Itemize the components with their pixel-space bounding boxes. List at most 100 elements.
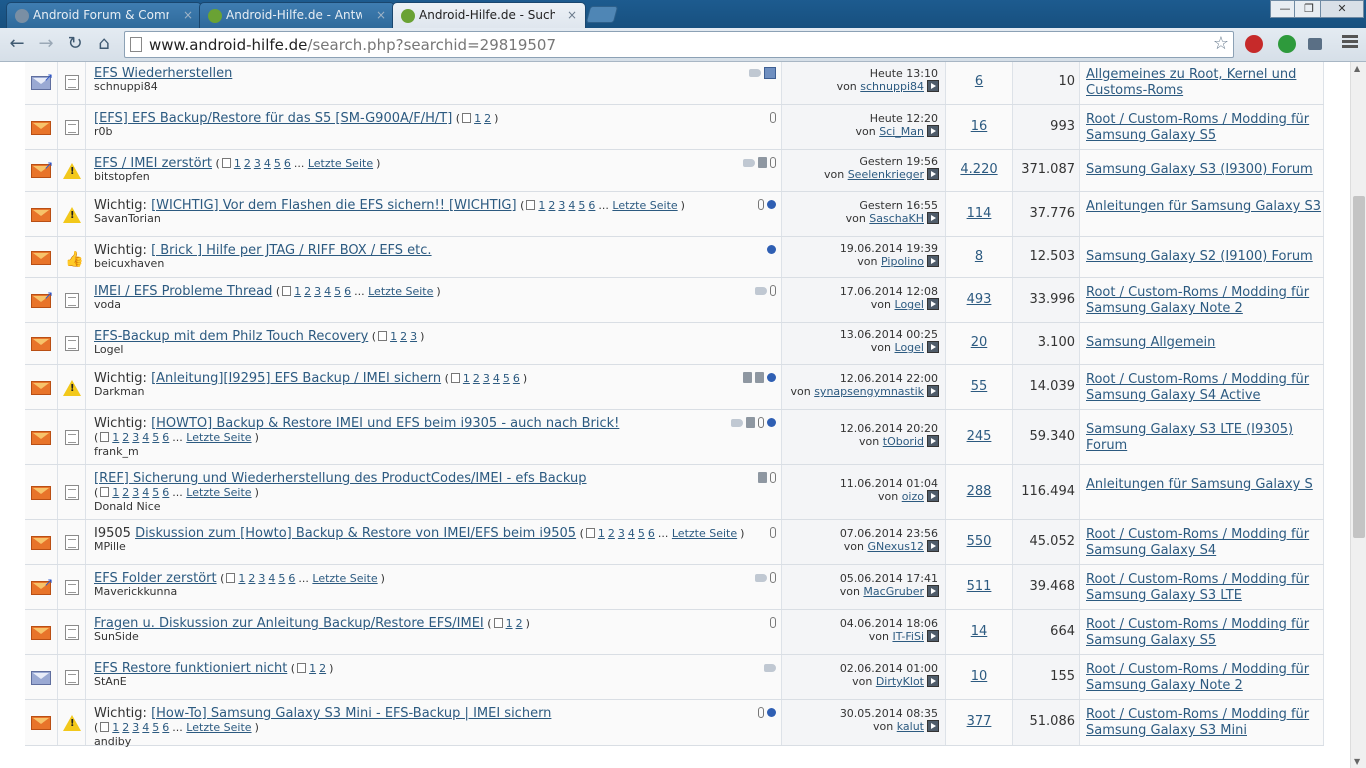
go-to-last-post-icon[interactable] bbox=[927, 80, 939, 92]
last-poster-link[interactable]: SaschaKH bbox=[869, 212, 924, 225]
thread-title-link[interactable]: [REF] Sicherung und Wiederherstellung de… bbox=[94, 471, 587, 486]
page-link[interactable]: 3 bbox=[132, 431, 139, 444]
go-to-last-post-icon[interactable] bbox=[927, 490, 939, 502]
thread-title-link[interactable]: [Anleitung][I9295] EFS Backup / IMEI sic… bbox=[151, 371, 441, 386]
page-link[interactable]: 4 bbox=[142, 486, 149, 499]
page-link[interactable]: 3 bbox=[314, 285, 321, 298]
browser-tab-active[interactable]: Android-Hilfe.de - Sucher × bbox=[392, 2, 586, 28]
page-link[interactable]: 4 bbox=[568, 199, 575, 212]
replies-count[interactable]: 114 bbox=[946, 206, 1012, 221]
replies-count[interactable]: 245 bbox=[946, 429, 1012, 444]
scrollbar-thumb[interactable] bbox=[1353, 196, 1365, 538]
menu-icon[interactable] bbox=[1342, 35, 1358, 51]
last-page-link[interactable]: Letzte Seite bbox=[312, 572, 377, 585]
tab-close-icon[interactable]: × bbox=[567, 3, 577, 27]
page-link[interactable]: 2 bbox=[484, 112, 491, 125]
thread-title-link[interactable]: EFS Restore funktioniert nicht bbox=[94, 661, 287, 676]
last-page-link[interactable]: Letzte Seite bbox=[612, 199, 677, 212]
page-link[interactable]: 3 bbox=[132, 486, 139, 499]
replies-count[interactable]: 288 bbox=[946, 484, 1012, 499]
last-poster-link[interactable]: DirtyKlot bbox=[876, 675, 924, 688]
thread-author[interactable]: andiby bbox=[94, 735, 131, 748]
browser-tab[interactable]: Android-Hilfe.de - Antwo × bbox=[199, 2, 395, 28]
forum-link[interactable]: Anleitungen für Samsung Galaxy S bbox=[1086, 477, 1322, 493]
forum-link[interactable]: Samsung Allgemein bbox=[1086, 335, 1322, 351]
go-to-last-post-icon[interactable] bbox=[927, 255, 939, 267]
forum-link[interactable]: Allgemeines zu Root, Kernel und Customs-… bbox=[1086, 67, 1322, 99]
scrollbar[interactable]: ▲ ▼ bbox=[1350, 62, 1366, 768]
page-link[interactable]: 5 bbox=[274, 157, 281, 170]
last-poster-link[interactable]: IT-FiSi bbox=[892, 630, 924, 643]
thread-title-link[interactable]: Diskussion zum [Howto] Backup & Restore … bbox=[135, 526, 576, 541]
last-poster-link[interactable]: Logel bbox=[895, 298, 924, 311]
thread-title-link[interactable]: EFS-Backup mit dem Philz Touch Recovery bbox=[94, 329, 368, 344]
thread-title-link[interactable]: [EFS] EFS Backup/Restore für das S5 [SM-… bbox=[94, 111, 452, 126]
page-link[interactable]: 4 bbox=[324, 285, 331, 298]
page-link[interactable]: 3 bbox=[258, 572, 265, 585]
tab-close-icon[interactable]: × bbox=[183, 3, 193, 27]
last-page-link[interactable]: Letzte Seite bbox=[308, 157, 373, 170]
page-link[interactable]: 1 bbox=[598, 527, 605, 540]
page-link[interactable]: 5 bbox=[278, 572, 285, 585]
last-page-link[interactable]: Letzte Seite bbox=[672, 527, 737, 540]
forum-link[interactable]: Anleitungen für Samsung Galaxy S3 bbox=[1086, 199, 1322, 215]
page-link[interactable]: 6 bbox=[513, 372, 520, 385]
forum-link[interactable]: Samsung Galaxy S3 (I9300) Forum bbox=[1086, 162, 1322, 178]
page-link[interactable]: 6 bbox=[162, 431, 169, 444]
page-link[interactable]: 2 bbox=[516, 617, 523, 630]
extension-green-icon[interactable] bbox=[1278, 35, 1296, 53]
forum-link[interactable]: Samsung Galaxy S3 LTE (I9305) Forum bbox=[1086, 422, 1322, 454]
thread-author[interactable]: Darkman bbox=[94, 385, 145, 398]
forum-link[interactable]: Root / Custom-Roms / Modding für Samsung… bbox=[1086, 662, 1322, 694]
go-to-last-post-icon[interactable] bbox=[927, 435, 939, 447]
replies-count[interactable]: 6 bbox=[946, 74, 1012, 89]
forum-link[interactable]: Root / Custom-Roms / Modding für Samsung… bbox=[1086, 112, 1322, 144]
replies-count[interactable]: 511 bbox=[946, 579, 1012, 594]
page-link[interactable]: 2 bbox=[548, 199, 555, 212]
page-link[interactable]: 3 bbox=[410, 330, 417, 343]
page-link[interactable]: 6 bbox=[162, 486, 169, 499]
page-link[interactable]: 2 bbox=[122, 431, 129, 444]
page-link[interactable]: 1 bbox=[390, 330, 397, 343]
thread-author[interactable]: SunSide bbox=[94, 630, 139, 643]
page-link[interactable]: 1 bbox=[506, 617, 513, 630]
replies-count[interactable]: 377 bbox=[946, 714, 1012, 729]
thread-title-link[interactable]: EFS Folder zerstört bbox=[94, 571, 217, 586]
close-window-button[interactable]: ✕ bbox=[1320, 0, 1364, 18]
page-link[interactable]: 6 bbox=[284, 157, 291, 170]
page-link[interactable]: 5 bbox=[152, 721, 159, 734]
home-icon[interactable]: ⌂ bbox=[93, 33, 115, 55]
page-link[interactable]: 2 bbox=[304, 285, 311, 298]
thread-title-link[interactable]: EFS Wiederherstellen bbox=[94, 66, 232, 81]
thread-title-link[interactable]: [WICHTIG] Vor dem Flashen die EFS sicher… bbox=[151, 198, 517, 213]
last-page-link[interactable]: Letzte Seite bbox=[186, 721, 251, 734]
page-link[interactable]: 1 bbox=[238, 572, 245, 585]
page-link[interactable]: 5 bbox=[503, 372, 510, 385]
forward-icon[interactable]: → bbox=[35, 33, 57, 55]
extension-icon[interactable] bbox=[1308, 38, 1322, 50]
scroll-up-icon[interactable]: ▲ bbox=[1354, 64, 1360, 73]
last-poster-link[interactable]: synapsengymnastik bbox=[814, 385, 924, 398]
page-link[interactable]: 2 bbox=[248, 572, 255, 585]
page-link[interactable]: 1 bbox=[463, 372, 470, 385]
page-link[interactable]: 6 bbox=[288, 572, 295, 585]
page-link[interactable]: 1 bbox=[474, 112, 481, 125]
page-link[interactable]: 4 bbox=[493, 372, 500, 385]
last-poster-link[interactable]: oizo bbox=[902, 490, 924, 503]
thread-author[interactable]: r0b bbox=[94, 125, 113, 138]
page-link[interactable]: 6 bbox=[648, 527, 655, 540]
reload-icon[interactable]: ↻ bbox=[64, 33, 86, 55]
browser-tab[interactable]: Android Forum & Comm × bbox=[6, 2, 202, 28]
thread-title-link[interactable]: IMEI / EFS Probleme Thread bbox=[94, 284, 272, 299]
thread-title-link[interactable]: Fragen u. Diskussion zur Anleitung Backu… bbox=[94, 616, 484, 631]
thread-author[interactable]: MPille bbox=[94, 540, 126, 553]
page-link[interactable]: 5 bbox=[578, 199, 585, 212]
page-link[interactable]: 4 bbox=[268, 572, 275, 585]
page-link[interactable]: 3 bbox=[618, 527, 625, 540]
page-link[interactable]: 1 bbox=[309, 662, 316, 675]
page-link[interactable]: 6 bbox=[344, 285, 351, 298]
page-link[interactable]: 6 bbox=[162, 721, 169, 734]
replies-count[interactable]: 20 bbox=[946, 335, 1012, 350]
go-to-last-post-icon[interactable] bbox=[927, 212, 939, 224]
last-poster-link[interactable]: Sci_Man bbox=[879, 125, 924, 138]
